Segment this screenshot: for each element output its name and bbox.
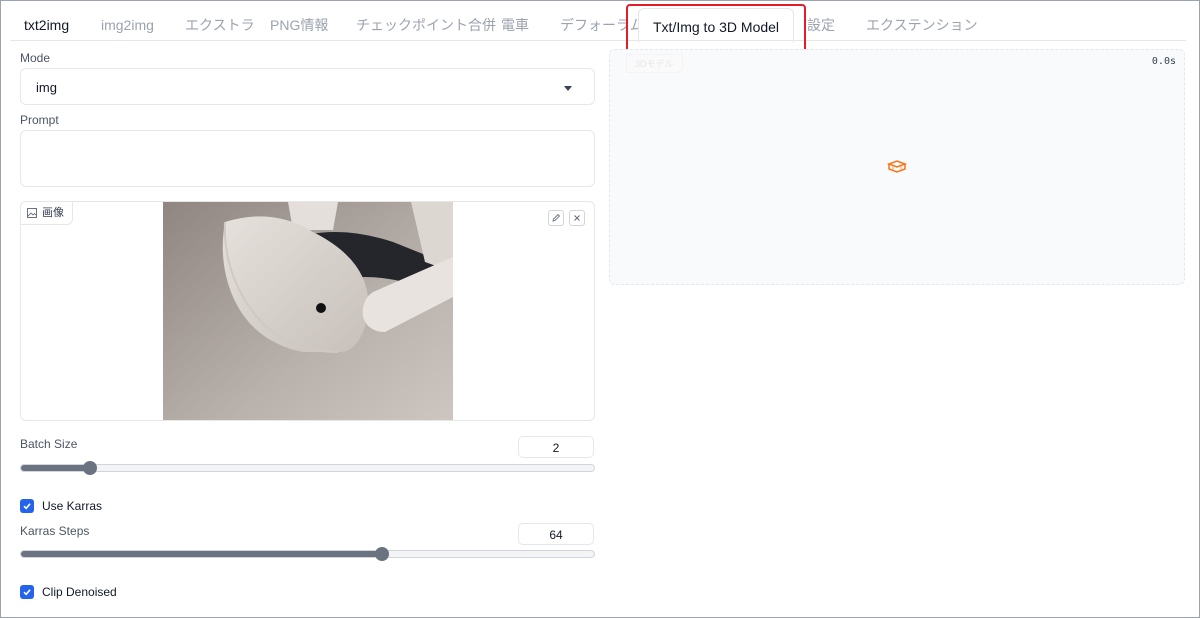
tab-txt2img[interactable]: txt2img [24, 6, 69, 40]
tab-settings[interactable]: 設定 [807, 6, 835, 40]
clip-denoised-label[interactable]: Clip Denoised [42, 585, 117, 599]
batch-size-slider-fill [21, 465, 90, 471]
tab-divider [10, 40, 1186, 41]
close-icon [574, 215, 580, 221]
clip-denoised-checkbox[interactable] [20, 585, 34, 599]
batch-size-input[interactable]: 2 [518, 436, 594, 458]
tab-png-info[interactable]: PNG情報 [270, 6, 328, 40]
model-output-panel: 3Dモデル 0.0s [609, 49, 1185, 285]
checkmark-icon [23, 503, 31, 510]
edit-image-button[interactable] [548, 210, 564, 226]
uploaded-photo [163, 202, 453, 420]
tab-train[interactable]: 電車 [501, 6, 529, 40]
prompt-label: Prompt [20, 113, 59, 127]
mode-label: Mode [20, 51, 51, 65]
mode-dropdown[interactable]: img [20, 68, 595, 105]
karras-steps-slider[interactable] [20, 547, 595, 561]
use-karras-checkbox[interactable] [20, 499, 34, 513]
clear-image-button[interactable] [569, 210, 585, 226]
pencil-icon [552, 213, 561, 222]
batch-size-slider[interactable] [20, 461, 595, 475]
output-tag: 3Dモデル [626, 54, 683, 73]
batch-size-slider-thumb[interactable] [82, 461, 97, 475]
mode-selected-value: img [36, 80, 57, 95]
image-icon [27, 208, 37, 218]
karras-steps-slider-fill [21, 551, 382, 557]
image-input-tag: 画像 [21, 202, 73, 225]
tab-bar: txt2img img2img エクストラ PNG情報 チェックポイント合併 電… [0, 6, 1200, 43]
chevron-down-icon [564, 86, 572, 91]
batch-size-label: Batch Size [20, 437, 78, 451]
image-input-panel[interactable]: 画像 [20, 201, 595, 421]
prompt-textarea[interactable] [20, 130, 595, 187]
karras-steps-input[interactable]: 64 [518, 523, 594, 545]
tab-extensions[interactable]: エクステンション [866, 6, 978, 40]
image-input-tag-label: 画像 [42, 207, 64, 219]
karras-steps-slider-thumb[interactable] [374, 547, 389, 561]
tab-img2img[interactable]: img2img [101, 6, 154, 40]
tab-checkpoint-merger[interactable]: チェックポイント合併 [356, 6, 496, 40]
karras-steps-label: Karras Steps [20, 524, 90, 538]
3d-model-placeholder-icon [886, 160, 908, 173]
tab-extras[interactable]: エクストラ [185, 6, 255, 40]
use-karras-label[interactable]: Use Karras [42, 499, 102, 513]
checkmark-icon [23, 589, 31, 596]
elapsed-time: 0.0s [1151, 56, 1176, 67]
